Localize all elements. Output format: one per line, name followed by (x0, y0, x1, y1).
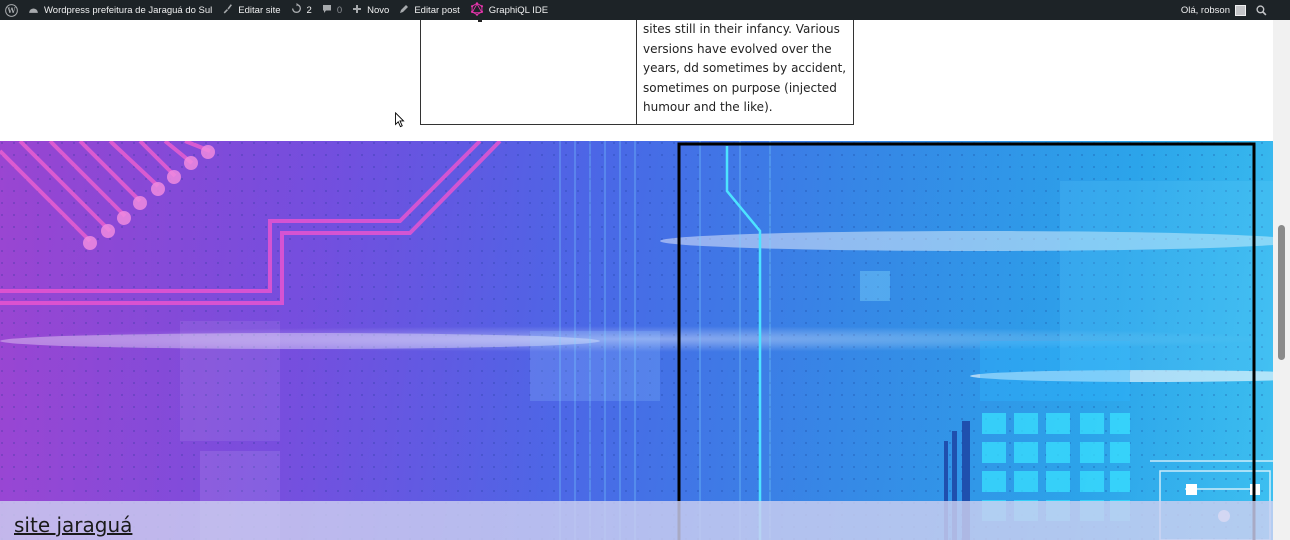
my-account-link[interactable]: Olá, robson (1176, 0, 1251, 20)
hero-image (0, 141, 1273, 540)
post-content: sites still in their infancy. Various ve… (0, 15, 1273, 141)
site-title-overlay: site jaraguá (0, 501, 1273, 540)
mouse-cursor-icon (395, 112, 405, 128)
table-cell-right: sites still in their infancy. Various ve… (643, 22, 847, 114)
wordpress-icon: W (5, 3, 18, 17)
search-icon (1256, 4, 1267, 15)
pencil-icon (399, 4, 409, 17)
updates-icon (291, 3, 302, 17)
page-scrollbar[interactable] (1273, 20, 1290, 540)
site-title-link[interactable]: site jaraguá (14, 513, 132, 537)
plus-icon (352, 4, 362, 17)
wordpress-logo-button[interactable]: W (0, 0, 23, 20)
edit-post-label: Editar post (414, 4, 460, 16)
updates-count: 2 (306, 4, 312, 16)
user-greeting: Olá, robson (1180, 4, 1230, 16)
graphiql-label: GraphiQL IDE (488, 4, 549, 16)
site-name-link[interactable]: Wordpress prefeitura de Jaraguá do Sul (23, 0, 217, 20)
dashboard-icon (28, 4, 39, 17)
circuit-background (0, 141, 1273, 540)
graphql-icon (470, 1, 484, 19)
table-cell-left (421, 15, 637, 124)
comments-count: 0 (336, 4, 343, 16)
comment-icon (322, 4, 332, 17)
new-content-link[interactable]: Novo (347, 0, 394, 20)
content-table: sites still in their infancy. Various ve… (420, 15, 854, 125)
edit-post-link[interactable]: Editar post (394, 0, 464, 20)
search-button[interactable] (1251, 0, 1272, 20)
edit-site-link[interactable]: Editar site (217, 0, 285, 20)
edit-site-label: Editar site (238, 4, 281, 16)
svg-text:W: W (6, 6, 16, 15)
brush-icon (222, 3, 233, 17)
scrollbar-thumb[interactable] (1278, 225, 1285, 360)
admin-bar: W Wordpress prefeitura de Jaraguá do Sul… (0, 0, 1290, 20)
graphiql-link[interactable]: GraphiQL IDE (465, 0, 553, 20)
avatar (1235, 4, 1246, 16)
comments-link[interactable]: 0 (317, 0, 347, 20)
new-label: Novo (367, 4, 390, 16)
site-name: Wordpress prefeitura de Jaraguá do Sul (44, 4, 213, 16)
updates-link[interactable]: 2 (286, 0, 317, 20)
